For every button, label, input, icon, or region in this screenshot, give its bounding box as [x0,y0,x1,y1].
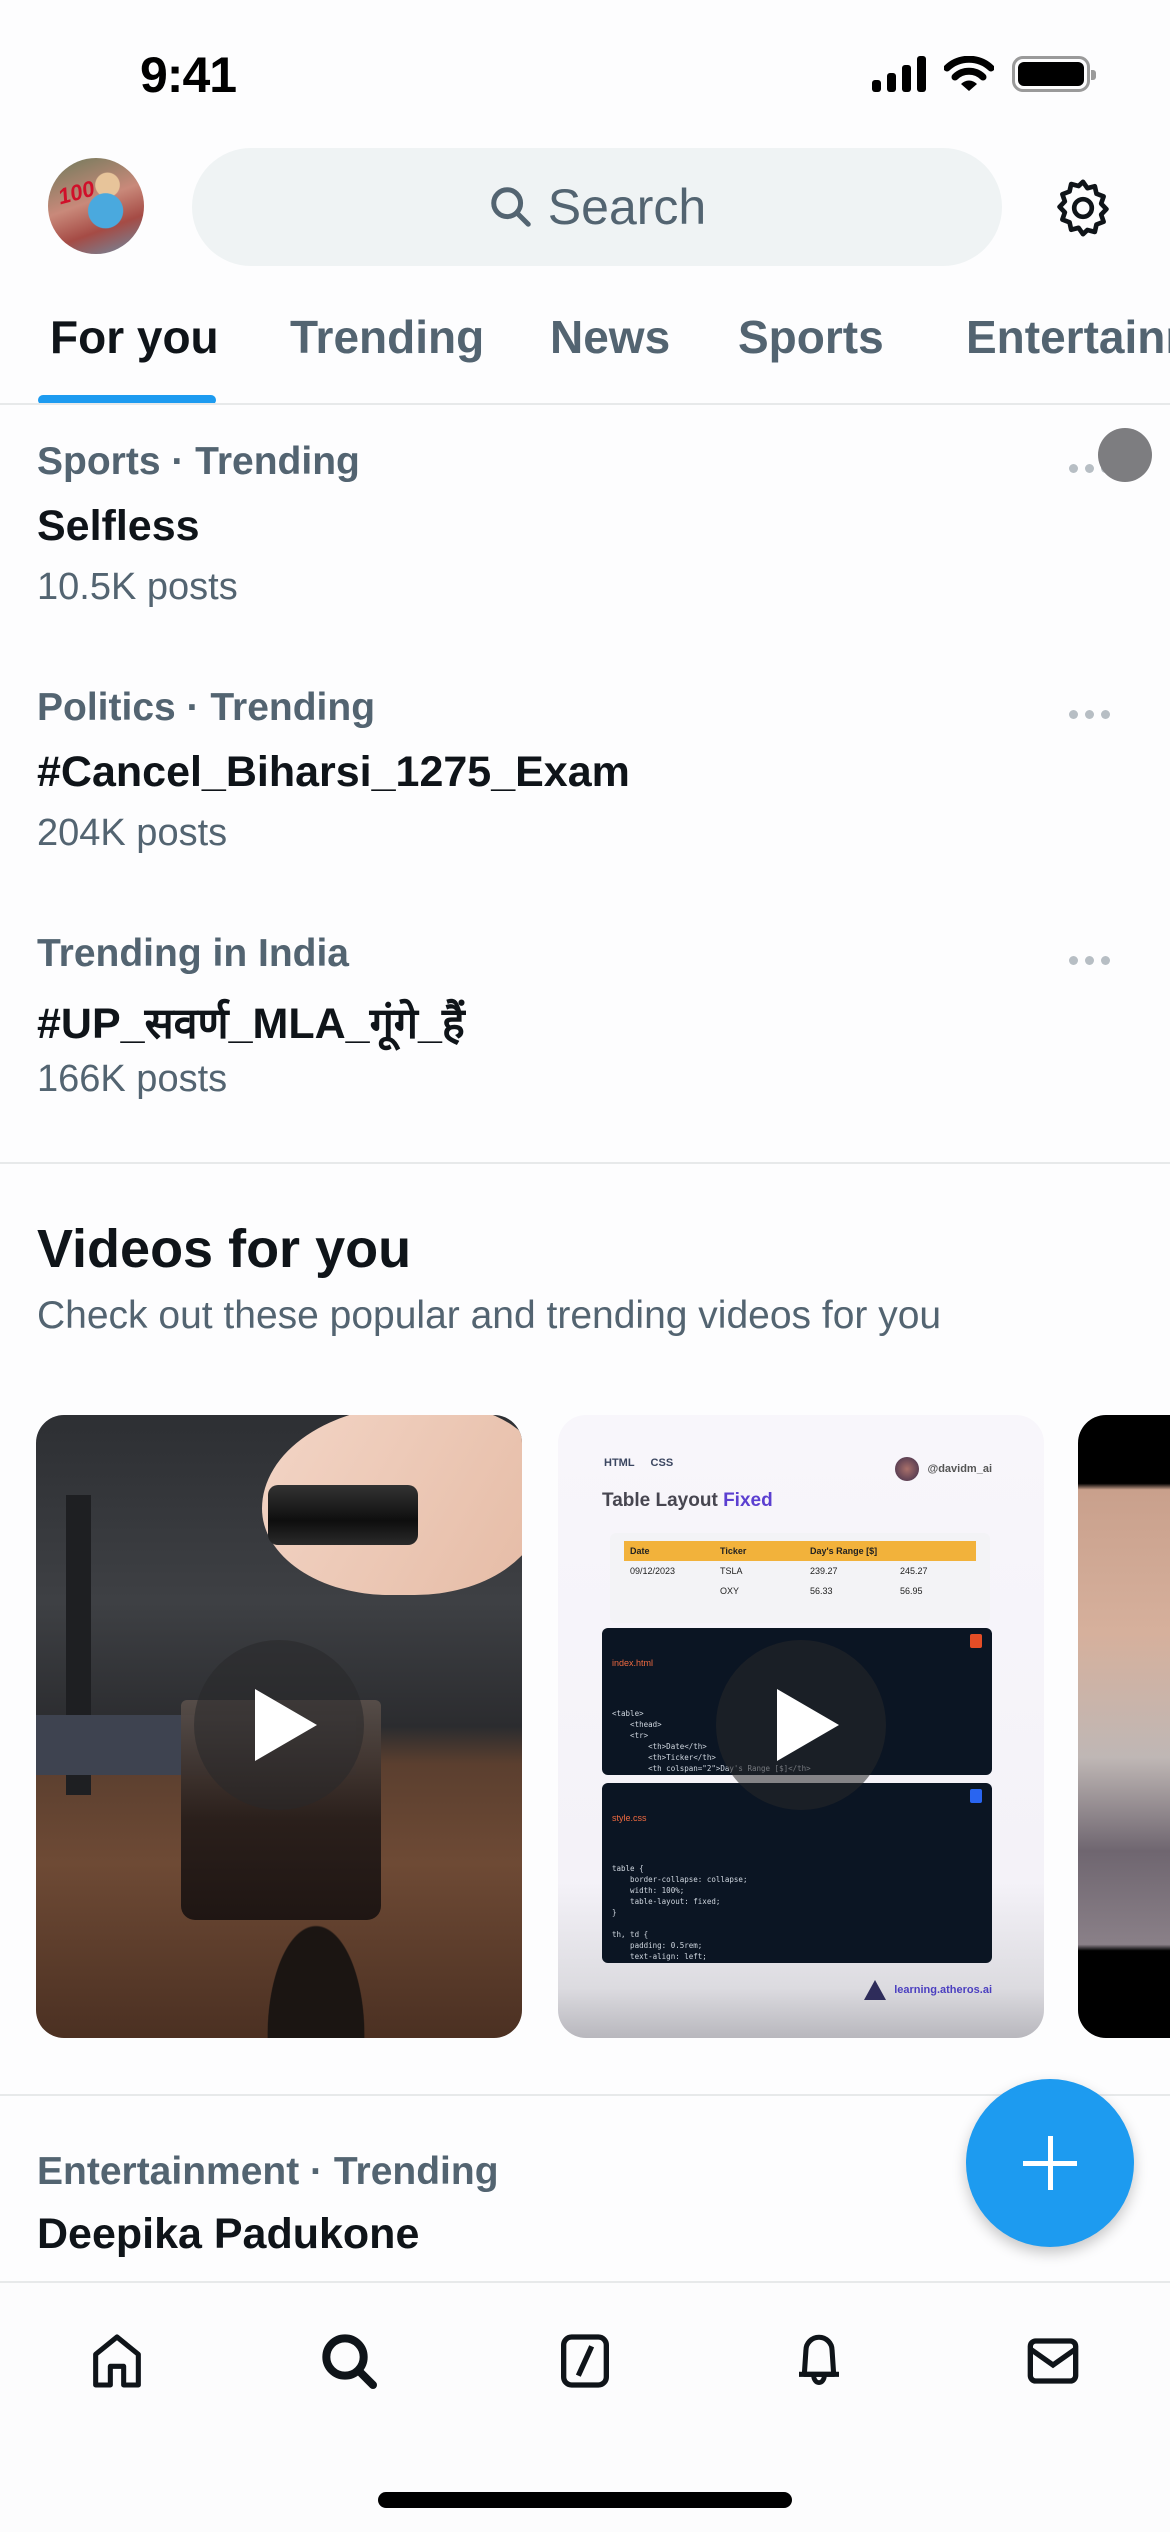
table-header-cell: Date [630,1546,650,1556]
trend-item[interactable]: Trending in India #UP_सवर्ण_MLA_गूंगे_है… [0,932,1170,1132]
tab-sports[interactable]: Sports [738,310,884,364]
css3-icon [970,1789,982,1803]
brand-label: learning.atheros.ai [894,1984,992,1996]
trend-title: #UP_सवर्ण_MLA_गूंगे_हैं [37,1000,465,1048]
html5-icon [970,1634,982,1648]
table-row: 09/12/2023 TSLA 239.27 245.27 [624,1561,976,1581]
more-options-icon[interactable] [1069,956,1110,965]
section-divider [0,2094,1170,2096]
nav-home[interactable] [82,2325,152,2397]
code-text: table { border-collapse: collapse; width… [612,1864,748,1961]
cellular-signal-icon [872,56,926,92]
status-icons [872,56,1096,92]
more-options-icon[interactable] [1069,710,1110,719]
videos-section-subtitle: Check out these popular and trending vid… [37,1294,942,1337]
trend-count: 10.5K posts [37,566,238,608]
battery-icon [1012,56,1096,92]
table-cell: TSLA [720,1566,743,1576]
status-bar: 9:41 [0,0,1170,150]
trend-meta: Politics · Trending [37,686,376,729]
plus-icon [1047,2136,1053,2190]
video-tags: HTML CSS [604,1457,673,1469]
active-tab-indicator [38,395,216,403]
css-code-panel: style.css table { border-collapse: colla… [602,1783,992,1963]
compose-button[interactable] [966,2079,1134,2247]
trend-count: 166K posts [37,1058,228,1100]
status-time: 9:41 [140,47,237,103]
tab-for-you[interactable]: For you [50,310,219,364]
trend-title: #Cancel_Biharsi_1275_Exam [37,748,630,796]
sample-table: Date Ticker Day's Range [$] 09/12/2023 T… [610,1533,990,1623]
play-icon[interactable] [194,1640,364,1810]
nav-notifications[interactable] [784,2325,854,2397]
search-placeholder: Search [547,179,707,235]
video-brand: learning.atheros.ai [864,1980,992,2000]
nav-messages[interactable] [1018,2325,1088,2397]
table-row: OXY 56.33 56.95 [624,1581,976,1601]
tab-news[interactable]: News [550,310,670,364]
title-accent: Fixed [723,1490,773,1511]
home-icon [93,2334,141,2388]
tab-entertainment[interactable]: Entertainment [966,310,1170,364]
title-plain: Table Layout [602,1490,724,1511]
play-icon[interactable] [716,1640,886,1810]
touch-indicator [1098,428,1152,482]
table-cell: 245.27 [900,1566,928,1576]
table-header-cell: Day's Range [$] [810,1546,878,1556]
section-divider [0,1162,1170,1164]
trend-item[interactable]: Sports · Trending Selfless 10.5K posts [0,440,1170,640]
trend-count: 204K posts [37,812,228,854]
grok-icon [561,2334,609,2388]
table-cell: 09/12/2023 [630,1566,676,1576]
explore-tabs: For you Trending News Sports Entertainme… [0,300,1170,405]
bell-icon [799,2334,839,2385]
search-input[interactable]: Search [192,148,1002,266]
video-card[interactable] [36,1415,522,2038]
home-indicator [378,2492,792,2508]
table-cell: OXY [720,1586,740,1596]
trend-meta: Entertainment · Trending [37,2150,499,2193]
author-avatar [895,1457,920,1481]
video-card[interactable] [1078,1415,1170,2038]
mail-icon [1027,2338,1079,2384]
trend-title: Deepika Padukone [37,2210,420,2258]
table-cell: 56.33 [810,1586,833,1596]
table-cell: 56.95 [900,1586,923,1596]
search-icon [491,187,531,227]
wifi-icon [944,56,994,91]
tab-trending[interactable]: Trending [290,310,484,364]
table-cell: 239.27 [810,1566,838,1576]
table-header-cell [900,1546,990,1556]
table-cell [630,1586,720,1596]
code-filename: style.css [612,1813,647,1823]
table-header-cell: Ticker [720,1546,747,1556]
author-handle: @davidm_ai [927,1463,992,1475]
profile-avatar[interactable]: 100 [48,158,144,254]
nav-explore[interactable] [314,2325,384,2397]
trend-item[interactable]: Politics · Trending #Cancel_Biharsi_1275… [0,686,1170,886]
brand-logo-icon [864,1980,887,2000]
thumbnail-detail [268,1485,418,1545]
videos-section-title: Videos for you [37,1219,412,1279]
trend-meta: Sports · Trending [37,440,360,483]
nav-grok[interactable] [550,2325,620,2397]
header: 100 Search [0,148,1170,268]
search-icon [322,2334,377,2389]
table-header: Date Ticker Day's Range [$] [624,1541,976,1561]
video-card[interactable]: HTML CSS @davidm_ai Table Layout Fixed D… [558,1415,1044,2038]
tag-label: CSS [650,1457,674,1469]
gear-icon[interactable] [1050,175,1116,241]
trend-meta: Trending in India [37,932,349,975]
trend-title: Selfless [37,502,200,550]
tag-label: HTML [604,1457,635,1469]
video-slide-title: Table Layout Fixed [602,1490,773,1512]
video-author: @davidm_ai [895,1457,992,1481]
